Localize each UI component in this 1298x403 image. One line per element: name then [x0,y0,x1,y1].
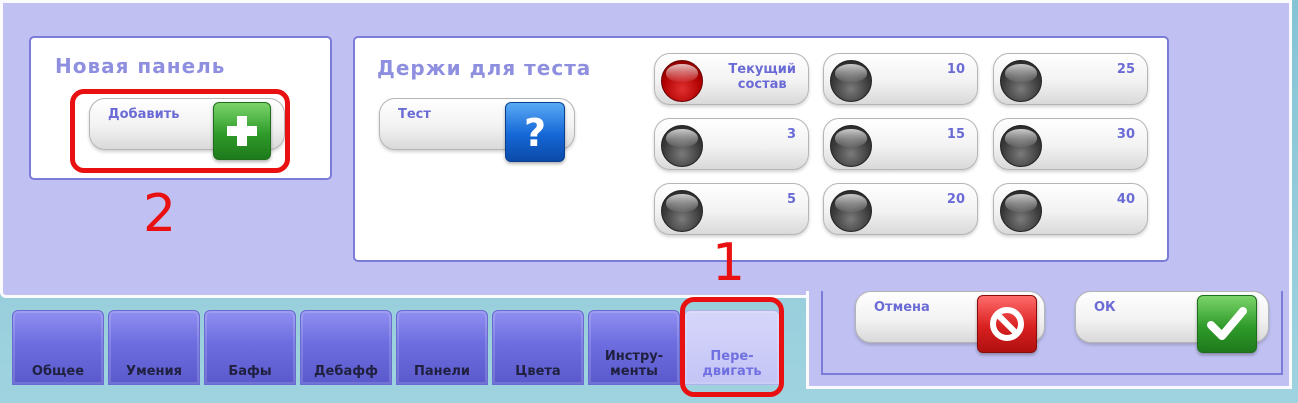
slot-label: Текущий состав [728,62,796,92]
slot-25[interactable]: 25 [993,53,1148,105]
slot-label: 5 [786,192,796,207]
tab-general[interactable]: Общее [12,310,104,385]
test-holders-title: Держи для теста [377,56,592,80]
checkmark-icon[interactable] [1197,295,1257,353]
tab-label: Инстру- менты [604,349,664,379]
indicator-icon [830,60,872,102]
question-icon[interactable]: ? [505,102,565,162]
tab-label: Панели [413,364,471,379]
action-group: Отмена ОК [821,291,1283,375]
slot-20[interactable]: 20 [823,183,978,235]
slot-label: 3 [786,127,796,142]
indicator-icon [661,125,703,167]
tab-tools[interactable]: Инстру- менты [588,310,680,385]
annotation-number-2: 2 [143,184,177,244]
tab-label: Общее [31,364,85,379]
test-holders-group: Держи для теста Тест ? Текущий состав 10… [353,36,1169,262]
indicator-icon [661,190,703,232]
slot-label: 40 [1116,192,1135,207]
tab-colors[interactable]: Цвета [492,310,584,385]
svg-text:?: ? [524,111,546,154]
tab-panels[interactable]: Панели [396,310,488,385]
annotation-box-move-tab [680,297,784,397]
red-indicator-icon [661,60,703,102]
annotation-number-1: 1 [712,233,746,293]
slot-label: 30 [1116,127,1135,142]
indicator-icon [1000,60,1042,102]
test-label: Тест [398,107,431,122]
action-panel: Отмена ОК [806,291,1292,389]
ok-label: ОК [1094,300,1116,315]
prohibited-icon[interactable] [977,295,1037,353]
new-panel-title: Новая панель [55,54,226,78]
indicator-icon [830,125,872,167]
slot-5[interactable]: 5 [654,183,809,235]
annotation-box-add [70,89,290,173]
slot-label: 10 [946,62,965,77]
tab-buffs[interactable]: Бафы [204,310,296,385]
indicator-icon [830,190,872,232]
slot-15[interactable]: 15 [823,118,978,170]
cancel-label: Отмена [874,300,930,315]
slot-40[interactable]: 40 [993,183,1148,235]
tab-skills[interactable]: Умения [108,310,200,385]
slot-label: 25 [1116,62,1135,77]
tab-label: Цвета [515,364,561,379]
slot-label: 20 [946,192,965,207]
indicator-icon [1000,190,1042,232]
slot-3[interactable]: 3 [654,118,809,170]
slot-10[interactable]: 10 [823,53,978,105]
slot-current[interactable]: Текущий состав [654,53,809,105]
tab-label: Бафы [228,364,272,379]
tab-debuffs[interactable]: Дебафф [300,310,392,385]
tab-label: Дебафф [313,364,379,379]
slot-30[interactable]: 30 [993,118,1148,170]
tab-label: Умения [126,364,182,379]
indicator-icon [1000,125,1042,167]
slot-label: 15 [946,127,965,142]
